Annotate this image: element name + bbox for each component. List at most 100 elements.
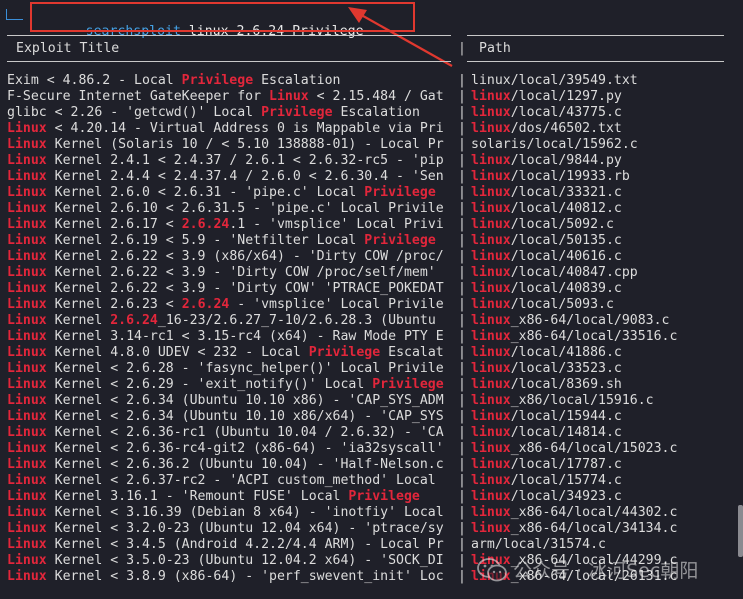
table-top-rule [7,35,451,36]
exploit-path[interactable]: linux_x86-64/local/34134.c [471,521,677,537]
exploit-path[interactable]: linux/local/40616.c [471,249,622,265]
exploit-path[interactable]: linux/local/40812.c [471,201,622,217]
text-segment: Escalation [332,105,420,120]
search-match: Linux [7,553,47,568]
text-segment: /local/15774.c [510,473,622,488]
search-match: Linux [7,569,47,584]
table-row: Linux Kernel 2.6.0 < 2.6.31 - 'pipe.c' L… [0,185,743,201]
table-row: Linux Kernel 2.6.23 < 2.6.24 - 'vmsplice… [0,297,743,313]
exploit-path[interactable]: linux/local/9844.py [471,153,622,169]
search-match: Privilege [181,73,254,88]
text-segment: Kernel (Solaris 10 / < 5.10 138888-01) -… [46,137,444,152]
search-match: linux [471,409,511,424]
search-match: Linux [7,457,47,472]
exploit-path[interactable]: linux/local/40839.c [471,281,622,297]
search-match: Linux [7,281,47,296]
header-exploit-title: Exploit Title [16,41,120,56]
text-segment: _16-23/2.6.27_7-10/2.6.28.3 (Ubuntu [157,313,436,328]
exploit-path[interactable]: linux/local/40847.cpp [471,265,638,281]
text-segment: Kernel < 2.6.29 - 'exit_notify()' Local [46,377,373,392]
column-separator: | [458,425,466,440]
exploit-path[interactable]: linux/local/43775.c [471,105,622,121]
search-match: Linux [7,409,47,424]
exploit-title: Linux Kernel 2.6.17 < 2.6.24.1 - 'vmspli… [7,217,451,233]
search-match: linux [471,281,511,296]
exploit-path[interactable]: linux_x86/local/15916.c [471,393,654,409]
table-row: Linux Kernel < 2.6.28 - 'fasync_helper()… [0,361,743,377]
search-match: linux [471,185,511,200]
search-match: linux [471,473,511,488]
terminal-window[interactable]: searchsploit linux 2.6.24 Privilege Expl… [0,0,743,599]
exploit-path[interactable]: linux/local/41886.c [471,345,622,361]
exploit-path[interactable]: linux/local/1297.py [471,89,622,105]
exploit-title: Linux Kernel 3.14-rc1 < 3.15-rc4 (x64) -… [7,329,451,345]
text-segment: /local/33321.c [510,185,622,200]
exploit-path[interactable]: linux/local/50135.c [471,233,622,249]
exploit-path[interactable]: linux/local/19933.rb [471,169,630,185]
exploit-path[interactable]: linux/local/15944.c [471,409,622,425]
text-segment: Kernel < 2.6.36-rc4-git2 (x86-64) - 'ia3… [46,441,444,456]
text-segment: Kernel 2.4.1 < 2.4.37 / 2.6.1 < 2.6.32-r… [46,153,444,168]
text-segment: Escalat [380,345,444,360]
search-match: linux [471,153,511,168]
table-row: Linux Kernel < 2.6.36-rc1 (Ubuntu 10.04 … [0,425,743,441]
results-list: Exim < 4.86.2 - Local Privilege Escalati… [0,73,743,585]
exploit-path[interactable]: linux/local/17787.c [471,457,622,473]
text-segment: /local/5093.c [510,297,614,312]
text-segment: /local/41886.c [510,345,622,360]
text-segment: Kernel < 3.2.0-23 (Ubuntu 12.04 x64) - '… [46,521,444,536]
exploit-path[interactable]: linux/local/5093.c [471,297,614,313]
exploit-path[interactable]: linux_x86-64/local/15023.c [471,441,677,457]
exploit-path[interactable]: linux/local/33321.c [471,185,622,201]
exploit-path[interactable]: linux/local/34923.c [471,489,622,505]
text-segment: /local/1297.py [510,89,622,104]
table-row: Linux Kernel < 3.16.39 (Debian 8 x64) - … [0,505,743,521]
scrollbar[interactable] [738,505,743,557]
text-segment: arm/local/31574.c [471,537,606,552]
text-segment: Kernel 2.6.23 < [46,297,182,312]
table-row: Linux Kernel (Solaris 10 / < 5.10 138888… [0,137,743,153]
exploit-path[interactable]: solaris/local/15962.c [471,137,638,153]
search-match: Linux [7,313,47,328]
search-match: Linux [7,537,47,552]
table-row: Linux Kernel < 2.6.36-rc4-git2 (x86-64) … [0,441,743,457]
column-separator: | [458,121,466,136]
search-match: Linux [7,377,47,392]
column-separator: | [458,441,466,456]
text-segment: /local/40847.cpp [510,265,638,280]
search-match: Linux [7,297,47,312]
exploit-path[interactable]: linux/local/33523.c [471,361,622,377]
exploit-path[interactable]: linux/local/14814.c [471,425,622,441]
table-row: Exim < 4.86.2 - Local Privilege Escalati… [0,73,743,89]
search-match: Linux [269,89,309,104]
table-row: Linux Kernel 2.6.17 < 2.6.24.1 - 'vmspli… [0,217,743,233]
exploit-title: Linux Kernel 4.8.0 UDEV < 232 - Local Pr… [7,345,451,361]
table-row: Linux Kernel < 2.6.34 (Ubuntu 10.10 x86/… [0,409,743,425]
search-match: Privilege [364,185,436,200]
exploit-path[interactable]: linux/local/8369.sh [471,377,622,393]
exploit-path[interactable]: linux/local/15774.c [471,473,622,489]
search-match: Linux [7,121,47,136]
exploit-path[interactable]: arm/local/31574.c [471,537,606,553]
exploit-path[interactable]: linux_x86-64/local/44302.c [471,505,677,521]
text-segment: /local/19933.rb [510,169,630,184]
column-separator: | [458,281,466,296]
table-row: Linux Kernel < 3.4.5 (Android 4.2.2/4.4 … [0,537,743,553]
text-segment: < 4.20.14 - Virtual Address 0 is Mappabl… [46,121,444,136]
column-separator: | [458,361,466,376]
exploit-title: Linux Kernel < 2.6.34 (Ubuntu 10.10 x86/… [7,409,451,425]
text-segment: _x86/local/15916.c [510,393,654,408]
search-match: linux [471,457,511,472]
exploit-path[interactable]: linux/dos/46502.txt [471,121,622,137]
exploit-path[interactable]: linux/local/39549.txt [471,73,638,89]
text-segment: Kernel < 3.5.0-23 (Ubuntu 12.04.2 x64) -… [46,553,444,568]
exploit-path[interactable]: linux/local/5092.c [471,217,614,233]
search-match: Linux [7,265,47,280]
search-match: Linux [7,233,47,248]
column-separator: | [458,89,466,104]
text-segment: Kernel 2.6.22 < 3.9 (x86/x64) - 'Dirty C… [46,249,444,264]
search-match: 2.6.24 [181,217,230,232]
exploit-path[interactable]: linux_x86-64/local/9083.c [471,313,670,329]
search-match: Privilege [261,105,333,120]
exploit-path[interactable]: linux_x86-64/local/33516.c [471,329,677,345]
